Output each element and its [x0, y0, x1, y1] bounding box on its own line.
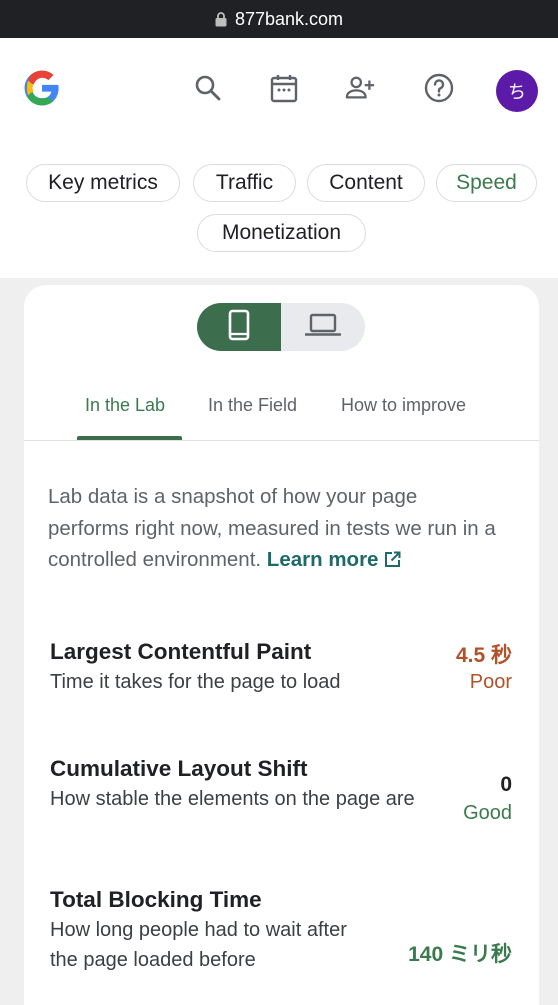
- metric-description: How stable the elements on the page are: [50, 788, 415, 810]
- chip-label: Monetization: [221, 221, 342, 244]
- chip-label: Content: [329, 171, 403, 194]
- speed-card: In the Lab In the Field How to improve L…: [24, 285, 539, 1005]
- app-header: ち Key metrics Traffic Content Speed Mone…: [0, 38, 558, 278]
- metric-rating: Good: [463, 802, 512, 824]
- metric-title: Largest Contentful Paint: [50, 639, 312, 664]
- add-person-icon[interactable]: [345, 73, 375, 103]
- chip-key-metrics[interactable]: Key metrics: [26, 164, 180, 202]
- chip-speed[interactable]: Speed: [436, 164, 537, 202]
- google-logo[interactable]: [23, 69, 61, 107]
- learn-more-link[interactable]: Learn more: [267, 548, 402, 571]
- chip-label: Speed: [456, 171, 517, 194]
- phone-icon: [228, 309, 250, 346]
- metric-rating: Poor: [469, 671, 512, 693]
- chip-label: Traffic: [215, 171, 274, 194]
- avatar[interactable]: ち: [496, 70, 538, 112]
- laptop-icon: [304, 312, 342, 343]
- device-toggle: [197, 303, 365, 351]
- tab-how-to-improve[interactable]: How to improve: [341, 395, 466, 416]
- metric-description: Time it takes for the page to load: [50, 671, 341, 693]
- mobile-toggle-button[interactable]: [197, 303, 281, 351]
- chip-traffic[interactable]: Traffic: [193, 164, 296, 202]
- external-link-icon: [384, 546, 401, 578]
- lab-description: Lab data is a snapshot of how your page …: [48, 481, 498, 578]
- metric-title: Cumulative Layout Shift: [50, 756, 308, 781]
- metric-value: 0: [500, 773, 512, 796]
- chip-monetization[interactable]: Monetization: [197, 214, 366, 252]
- help-icon[interactable]: [424, 73, 454, 103]
- desktop-toggle-button[interactable]: [281, 303, 365, 351]
- metric-value: 4.5 秒: [455, 644, 512, 667]
- calendar-icon[interactable]: [269, 73, 299, 103]
- avatar-initial: ち: [508, 82, 526, 103]
- lock-icon: [215, 12, 227, 27]
- chip-content[interactable]: Content: [307, 164, 425, 202]
- browser-url-bar[interactable]: 877bank.com: [0, 0, 558, 38]
- chip-label: Key metrics: [48, 171, 158, 194]
- learn-more-label: Learn more: [266, 548, 379, 571]
- url-text: 877bank.com: [234, 8, 344, 29]
- active-tab-indicator: [77, 436, 182, 440]
- metric-title: Total Blocking Time: [50, 887, 262, 912]
- search-icon[interactable]: [193, 73, 223, 103]
- metric-value: 140 ミリ秒: [408, 943, 512, 966]
- metric-description: How long people had to wait after the pa…: [50, 919, 347, 971]
- tab-bar: In the Lab In the Field How to improve: [24, 381, 539, 441]
- tab-in-the-field[interactable]: In the Field: [208, 395, 297, 416]
- tab-in-the-lab[interactable]: In the Lab: [85, 395, 165, 416]
